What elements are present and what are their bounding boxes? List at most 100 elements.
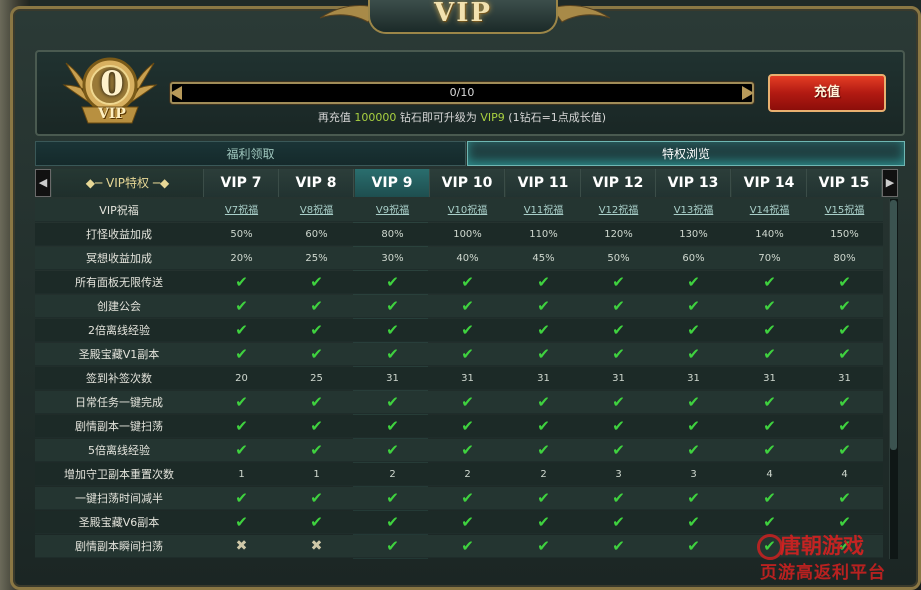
check-icon: ✔ bbox=[612, 321, 625, 339]
table-cell: ✔ bbox=[355, 343, 430, 366]
table-cell: 1 bbox=[204, 463, 279, 486]
progress-text: 0/10 bbox=[449, 86, 475, 99]
check-icon: ✔ bbox=[687, 537, 700, 555]
check-icon: ✔ bbox=[235, 273, 248, 291]
table-row: 5倍离线经验 ✔ ✔ ✔ ✔ ✔ ✔ ✔ ✔ ✔ bbox=[35, 439, 883, 462]
cell-value: 150% bbox=[830, 229, 859, 240]
prev-columns-button[interactable]: ◀ bbox=[35, 169, 51, 197]
check-icon: ✔ bbox=[386, 537, 399, 555]
vip-blessing-link[interactable]: V8祝福 bbox=[300, 205, 333, 216]
table-row: 打怪收益加成 50% 60% 80% 100% 110% 120% 130% 140% 150% bbox=[35, 223, 883, 246]
table-cell: 1 bbox=[279, 463, 354, 486]
scrollbar-thumb[interactable] bbox=[890, 200, 897, 450]
table-cell: V15祝福 bbox=[807, 199, 882, 222]
table-cell: ✔ bbox=[355, 271, 430, 294]
vip-blessing-link[interactable]: V15祝福 bbox=[825, 205, 865, 216]
vip-blessing-link[interactable]: V10祝福 bbox=[448, 205, 488, 216]
table-cell: ✔ bbox=[656, 391, 731, 414]
column-header-vip: VIP 7 bbox=[204, 169, 279, 197]
watermark-line1: 唐朝游戏 bbox=[780, 534, 864, 558]
check-icon: ✔ bbox=[537, 489, 550, 507]
table-cell: ✔ bbox=[506, 271, 581, 294]
table-cell: ✔ bbox=[355, 391, 430, 414]
table-cell: ✔ bbox=[506, 487, 581, 510]
table-cell: 70% bbox=[732, 247, 807, 270]
table-cell: 25 bbox=[279, 367, 354, 390]
tab-welfare[interactable]: 福利领取 bbox=[35, 141, 466, 166]
table-cell: ✔ bbox=[807, 295, 882, 318]
table-row: 日常任务一键完成 ✔ ✔ ✔ ✔ ✔ ✔ ✔ ✔ ✔ bbox=[35, 391, 883, 414]
table-cell: ✔ bbox=[355, 439, 430, 462]
row-label: 增加守卫副本重置次数 bbox=[64, 468, 174, 481]
next-columns-button[interactable]: ▶ bbox=[882, 169, 898, 197]
table-cell: ✔ bbox=[430, 415, 505, 438]
check-icon: ✔ bbox=[763, 441, 776, 459]
check-icon: ✔ bbox=[612, 393, 625, 411]
privilege-header-text: VIP特权 bbox=[106, 176, 149, 190]
check-icon: ✔ bbox=[687, 489, 700, 507]
cross-icon: ✖ bbox=[235, 538, 248, 554]
diamond-right-icon: ─◆ bbox=[149, 176, 170, 190]
table-cell: ✔ bbox=[581, 415, 656, 438]
table-cell: ✔ bbox=[656, 343, 731, 366]
vip-blessing-link[interactable]: V12祝福 bbox=[599, 205, 639, 216]
check-icon: ✔ bbox=[612, 489, 625, 507]
tab-privilege-browse[interactable]: 特权浏览 bbox=[467, 141, 905, 166]
vip-blessing-link[interactable]: V9祝福 bbox=[376, 205, 409, 216]
table-cell: ✔ bbox=[656, 415, 731, 438]
table-cell: ✖ bbox=[279, 535, 354, 558]
check-icon: ✔ bbox=[386, 393, 399, 411]
upgrade-hint: 再充值 100000 钻石即可升级为 VIP9 (1钻石=1点成长值) bbox=[170, 110, 754, 126]
vip-blessing-link[interactable]: V7祝福 bbox=[225, 205, 258, 216]
table-cell: ✔ bbox=[506, 511, 581, 534]
hint-post: (1钻石=1点成长值) bbox=[508, 111, 607, 124]
check-icon: ✔ bbox=[763, 513, 776, 531]
check-icon: ✔ bbox=[310, 393, 323, 411]
check-icon: ✔ bbox=[461, 393, 474, 411]
check-icon: ✔ bbox=[461, 513, 474, 531]
cell-value: 2 bbox=[464, 469, 471, 480]
table-cell: ✔ bbox=[430, 343, 505, 366]
table-cell: 31 bbox=[732, 367, 807, 390]
vip-blessing-link[interactable]: V13祝福 bbox=[674, 205, 714, 216]
check-icon: ✔ bbox=[537, 417, 550, 435]
check-icon: ✔ bbox=[838, 297, 851, 315]
table-cell: ✔ bbox=[656, 295, 731, 318]
check-icon: ✔ bbox=[310, 345, 323, 363]
check-icon: ✔ bbox=[461, 489, 474, 507]
vip-blessing-link[interactable]: V14祝福 bbox=[750, 205, 790, 216]
cell-value: 45% bbox=[532, 253, 555, 264]
check-icon: ✔ bbox=[838, 513, 851, 531]
cell-value: 2 bbox=[389, 469, 396, 480]
table-cell: 110% bbox=[506, 223, 581, 246]
table-row: 剧情副本瞬间扫荡 ✖ ✖ ✔ ✔ ✔ ✔ ✔ ✔ ✔ bbox=[35, 535, 883, 558]
table-cell: ✔ bbox=[204, 487, 279, 510]
table-cell: ✔ bbox=[430, 271, 505, 294]
vip-level-number: 0 bbox=[100, 64, 124, 104]
check-icon: ✔ bbox=[537, 513, 550, 531]
table-cell: ✔ bbox=[204, 343, 279, 366]
row-label: 剧情副本瞬间扫荡 bbox=[75, 540, 163, 553]
watermark-line2: 页游高返利平台 bbox=[760, 563, 886, 583]
check-icon: ✔ bbox=[235, 345, 248, 363]
table-cell: 80% bbox=[355, 223, 430, 246]
table-cell: ✔ bbox=[807, 319, 882, 342]
table-cell: ✔ bbox=[279, 295, 354, 318]
table-cell: ✔ bbox=[732, 319, 807, 342]
table-cell: ✔ bbox=[279, 439, 354, 462]
vip-blessing-link[interactable]: V11祝福 bbox=[524, 205, 564, 216]
check-icon: ✔ bbox=[763, 297, 776, 315]
check-icon: ✔ bbox=[235, 489, 248, 507]
recharge-button[interactable]: 充值 bbox=[768, 74, 886, 112]
table-cell: 4 bbox=[807, 463, 882, 486]
check-icon: ✔ bbox=[687, 417, 700, 435]
table-cell: ✔ bbox=[430, 295, 505, 318]
check-icon: ✔ bbox=[235, 297, 248, 315]
table-cell: ✔ bbox=[581, 271, 656, 294]
check-icon: ✔ bbox=[386, 417, 399, 435]
check-icon: ✔ bbox=[537, 321, 550, 339]
row-label: 创建公会 bbox=[97, 300, 141, 313]
cell-value: 50% bbox=[607, 253, 630, 264]
privilege-table: VIP祝福 V7祝福 V8祝福 V9祝福 V10祝福 V11祝福 V12祝福 V13祝福 V14… bbox=[35, 199, 883, 559]
table-cell: ✔ bbox=[506, 343, 581, 366]
